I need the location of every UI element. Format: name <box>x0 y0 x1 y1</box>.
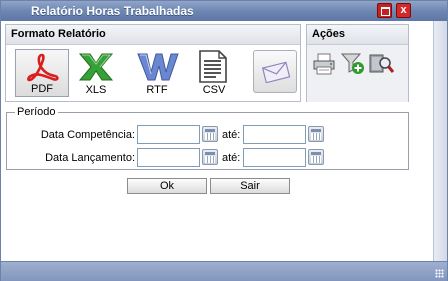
data-lancamento-end-input[interactable] <box>243 148 306 167</box>
calendar-icon[interactable] <box>308 149 324 165</box>
report-window: Relatório Horas Trabalhadas x Formato Re… <box>0 0 448 281</box>
format-panel: Formato Relatório PDF XLS RTF CSV <box>5 24 301 102</box>
pdf-label: PDF <box>31 83 53 95</box>
vertical-scrollbar[interactable] <box>433 21 447 261</box>
close-icon[interactable]: x <box>396 3 411 18</box>
word-icon[interactable] <box>136 52 180 82</box>
format-panel-header: Formato Relatório <box>6 25 300 45</box>
data-competencia-end-input[interactable] <box>243 125 306 144</box>
sair-button[interactable]: Sair <box>210 178 290 194</box>
csv-label: CSV <box>202 84 226 96</box>
maximize-icon[interactable] <box>377 3 392 18</box>
printer-icon[interactable] <box>312 53 336 75</box>
email-icon <box>261 61 291 83</box>
text-file-icon[interactable] <box>198 50 228 83</box>
periodo-legend: Período <box>17 106 56 118</box>
data-lancamento-start-input[interactable] <box>137 148 200 167</box>
actions-toolbar <box>307 45 408 102</box>
title-bar[interactable]: Relatório Horas Trabalhadas x <box>1 1 447 21</box>
status-bar <box>1 261 447 281</box>
calendar-icon[interactable] <box>308 126 324 142</box>
ate-label: até: <box>222 129 241 141</box>
actions-panel-header: Ações <box>307 25 408 45</box>
calendar-icon[interactable] <box>202 149 218 165</box>
excel-icon[interactable] <box>76 52 116 82</box>
email-button[interactable] <box>253 50 297 93</box>
ok-button[interactable]: Ok <box>127 178 207 194</box>
resize-grip-icon[interactable] <box>435 269 444 278</box>
data-competencia-start-input[interactable] <box>137 125 200 144</box>
window-title: Relatório Horas Trabalhadas <box>31 4 194 18</box>
actions-panel: Ações <box>306 24 409 102</box>
xls-label: XLS <box>85 84 107 96</box>
calendar-icon[interactable] <box>202 126 218 142</box>
rtf-label: RTF <box>146 84 168 96</box>
filter-add-icon[interactable] <box>341 52 365 75</box>
data-lancamento-label: Data Lançamento: <box>45 152 135 164</box>
ate-label: até: <box>222 152 241 164</box>
search-icon[interactable] <box>369 52 395 75</box>
data-competencia-label: Data Competência: <box>40 129 135 141</box>
pdf-icon <box>27 53 59 82</box>
